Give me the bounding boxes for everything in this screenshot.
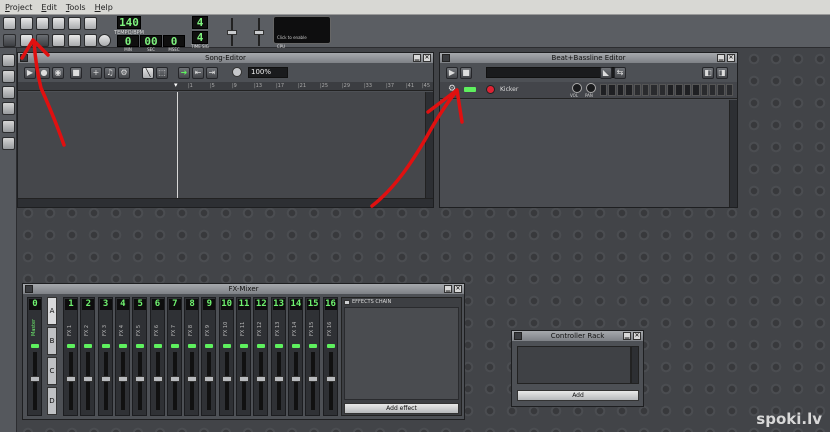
red-arrow-bb-annotation [370, 88, 464, 208]
red-arrow-toolbar-annotation [20, 38, 66, 147]
annotation-overlay [20, 38, 464, 208]
watermark-logo: spoki.lv [756, 410, 822, 428]
